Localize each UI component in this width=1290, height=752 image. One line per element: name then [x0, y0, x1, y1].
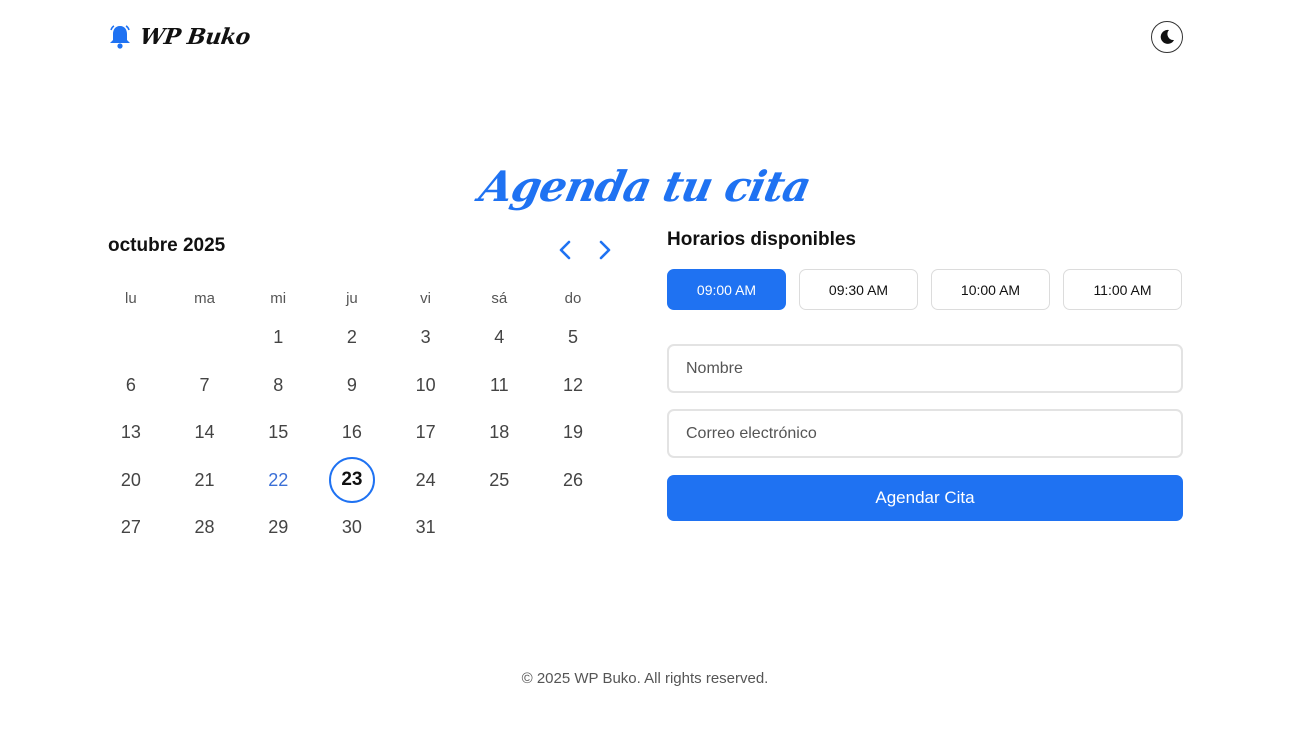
- calendar-day-10[interactable]: 10: [389, 362, 463, 410]
- calendar-day-number: 8: [273, 374, 284, 395]
- time-slot-button[interactable]: 10:00 AM: [931, 269, 1050, 310]
- calendar-day-22[interactable]: 22: [241, 457, 315, 505]
- bell-icon: [110, 25, 130, 49]
- calendar-day-number: 11: [489, 374, 509, 395]
- weekday-label: lu: [125, 290, 137, 307]
- calendar-day-25[interactable]: 25: [462, 457, 536, 505]
- footer-copyright: © 2025 WP Buko. All rights reserved.: [521, 670, 769, 687]
- name-input[interactable]: [667, 344, 1183, 393]
- calendar-day-6[interactable]: 6: [94, 362, 168, 410]
- calendar-day-18[interactable]: 18: [462, 409, 536, 457]
- calendar-day-number: 29: [268, 517, 289, 538]
- calendar-day-number: 31: [415, 517, 436, 538]
- email-input[interactable]: [667, 409, 1183, 458]
- calendar-day-29[interactable]: 29: [241, 504, 315, 552]
- calendar-day-11[interactable]: 11: [462, 362, 536, 410]
- page: WP Buko Agenda tu cita octubre 2025 lu ma…: [0, 0, 1290, 752]
- calendar-day-number: 15: [268, 422, 289, 443]
- calendar-empty-cell: [168, 314, 242, 362]
- weekday-label: sá: [491, 290, 508, 307]
- calendar-day-1[interactable]: 1: [241, 314, 315, 362]
- calendar-day-20[interactable]: 20: [94, 457, 168, 505]
- brand-logo[interactable]: WP Buko: [108, 24, 252, 50]
- calendar-day-number: 21: [194, 469, 215, 490]
- weekday-label: mi: [270, 290, 287, 307]
- calendar-day-number: 20: [120, 469, 141, 490]
- weekday-label: ju: [346, 290, 358, 307]
- moon-icon: [1160, 29, 1174, 44]
- calendar-grid: lu ma mi ju vi sá do 1 2 3 4 5 6 7 8 9 10 11 12 13 14 15 16 17 1…: [94, 284, 610, 552]
- calendar-day-number: 2: [346, 327, 357, 348]
- calendar-day-13[interactable]: 13: [94, 409, 168, 457]
- calendar-next-button[interactable]: [593, 238, 617, 262]
- calendar-day-number: 5: [567, 327, 578, 348]
- calendar-day-4[interactable]: 4: [462, 314, 536, 362]
- book-appointment-button[interactable]: Agendar Cita: [667, 475, 1183, 521]
- calendar-day-number: 22: [268, 469, 289, 490]
- calendar-day-number: 17: [415, 422, 436, 443]
- calendar-day-8[interactable]: 8: [241, 362, 315, 410]
- calendar-day-number: 9: [346, 374, 357, 395]
- calendar-day-number: 12: [562, 374, 583, 395]
- calendar-day-number: 25: [489, 469, 510, 490]
- calendar-day-9[interactable]: 9: [315, 362, 389, 410]
- calendar-day-7[interactable]: 7: [168, 362, 242, 410]
- brand-name: WP Buko: [138, 24, 252, 50]
- calendar-day-2[interactable]: 2: [315, 314, 389, 362]
- calendar-day-31[interactable]: 31: [389, 504, 463, 552]
- calendar-day-12[interactable]: 12: [536, 362, 610, 410]
- calendar-day-28[interactable]: 28: [168, 504, 242, 552]
- calendar-day-number: 13: [120, 422, 141, 443]
- page-title: Agenda tu cita: [475, 162, 815, 211]
- theme-toggle-button[interactable]: [1151, 21, 1183, 53]
- calendar-day-27[interactable]: 27: [94, 504, 168, 552]
- available-times-title: Horarios disponibles: [667, 229, 856, 250]
- calendar-day-number: 7: [199, 374, 210, 395]
- calendar-day-number: 1: [273, 327, 284, 348]
- calendar-day-24[interactable]: 24: [389, 457, 463, 505]
- weekday-label: ma: [194, 290, 215, 307]
- calendar-day-number: 6: [125, 374, 136, 395]
- calendar-day-number: 10: [415, 374, 436, 395]
- calendar-day-26[interactable]: 26: [536, 457, 610, 505]
- calendar-day-16[interactable]: 16: [315, 409, 389, 457]
- header: WP Buko: [108, 21, 1183, 54]
- calendar-day-30[interactable]: 30: [315, 504, 389, 552]
- calendar-day-number: 18: [489, 422, 510, 443]
- calendar-day-number: 14: [194, 422, 215, 443]
- calendar-day-23[interactable]: 23: [315, 457, 389, 505]
- calendar-day-number: 16: [341, 422, 362, 443]
- calendar-day-19[interactable]: 19: [536, 409, 610, 457]
- calendar-day-number: 30: [341, 517, 362, 538]
- chevron-left-icon: [559, 240, 571, 260]
- time-slots: 09:00 AM 09:30 AM 10:00 AM 11:00 AM: [667, 269, 1183, 310]
- calendar-empty-cell: [94, 314, 168, 362]
- time-slot-button[interactable]: 09:30 AM: [799, 269, 918, 310]
- calendar-month-label: octubre 2025: [108, 235, 226, 256]
- booking-panel: Horarios disponibles 09:00 AM 09:30 AM 10:…: [667, 229, 1183, 521]
- calendar-day-number: 19: [562, 422, 583, 443]
- calendar-day-21[interactable]: 21: [168, 457, 242, 505]
- time-slot-button[interactable]: 11:00 AM: [1063, 269, 1182, 310]
- calendar-day-number: 28: [194, 517, 215, 538]
- calendar-day-14[interactable]: 14: [168, 409, 242, 457]
- calendar-day-3[interactable]: 3: [389, 314, 463, 362]
- calendar-day-number: 4: [494, 327, 505, 348]
- time-slot-button[interactable]: 09:00 AM: [667, 269, 786, 310]
- calendar-day-17[interactable]: 17: [389, 409, 463, 457]
- weekday-label: vi: [420, 290, 432, 307]
- calendar-day-number: 24: [415, 469, 436, 490]
- chevron-right-icon: [599, 240, 611, 260]
- calendar-day-15[interactable]: 15: [241, 409, 315, 457]
- calendar-day-number: 26: [562, 469, 583, 490]
- calendar-prev-button[interactable]: [553, 238, 577, 262]
- calendar-day-number: 27: [120, 517, 141, 538]
- calendar-day-number: 23: [328, 457, 375, 504]
- calendar-day-number: 3: [420, 327, 431, 348]
- calendar-day-5[interactable]: 5: [536, 314, 610, 362]
- weekday-label: do: [564, 290, 582, 307]
